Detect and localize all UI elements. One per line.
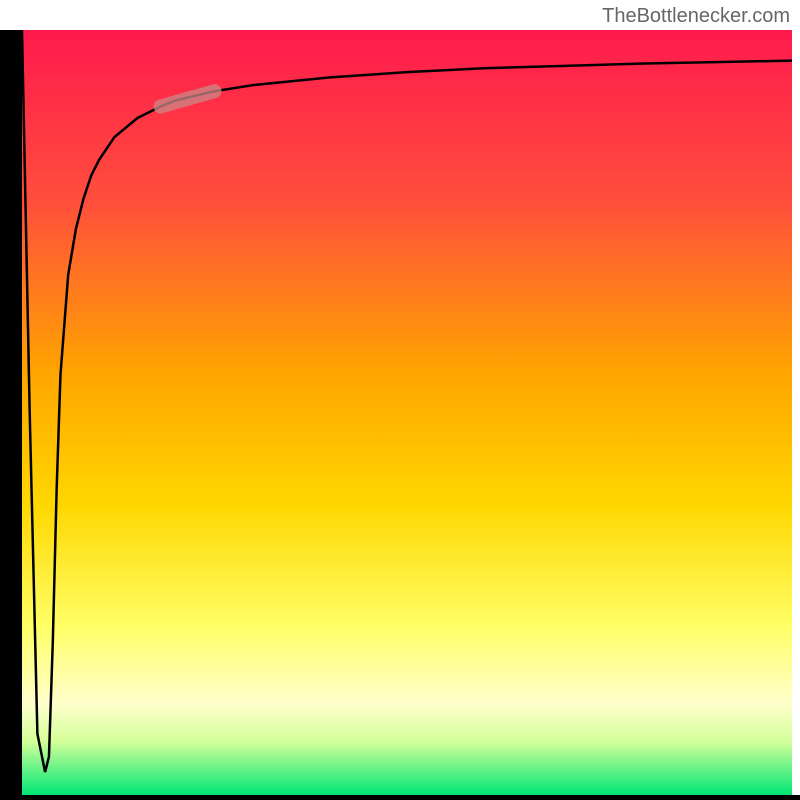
y-axis-bar xyxy=(0,30,22,795)
x-axis-bar xyxy=(0,795,800,800)
plot-area xyxy=(22,30,792,795)
bottleneck-curve xyxy=(22,30,792,795)
attribution-text: TheBottlenecker.com xyxy=(602,5,790,28)
bottleneck-chart: TheBottlenecker.com xyxy=(0,0,800,800)
